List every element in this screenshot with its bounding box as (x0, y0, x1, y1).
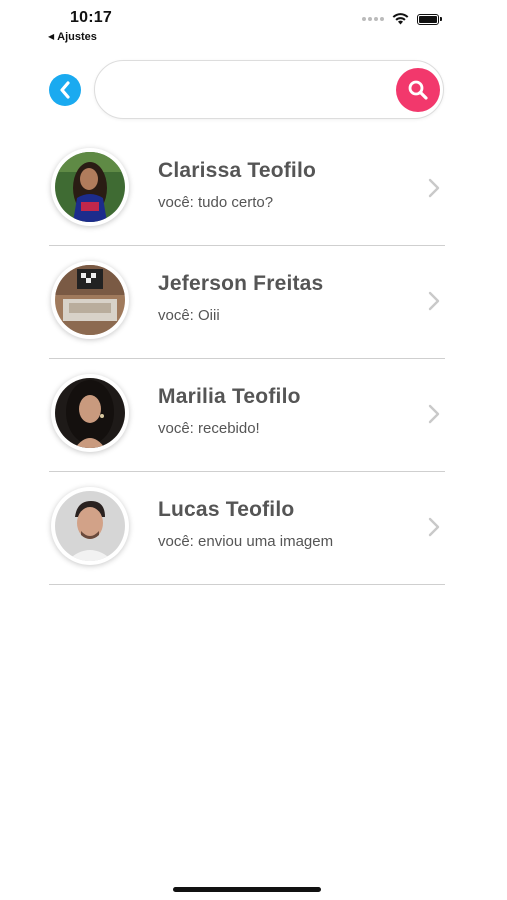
chevron-right-icon (428, 291, 440, 311)
chat-list-item[interactable]: Clarissa Teofilo você: tudo certo? (49, 133, 445, 246)
avatar (51, 261, 129, 339)
status-time: 10:17 (70, 9, 112, 26)
chat-last-message: você: enviou uma imagem (158, 533, 334, 550)
avatar (51, 487, 129, 565)
home-indicator[interactable] (173, 887, 321, 892)
status-bar: 10:17 ◀ Ajustes (0, 0, 507, 50)
chat-list: Clarissa Teofilo você: tudo certo? Jefer… (49, 133, 445, 585)
search-button[interactable] (396, 68, 440, 112)
chat-last-message: você: tudo certo? (158, 194, 274, 211)
avatar (51, 374, 129, 452)
chat-list-item[interactable]: Jeferson Freitas você: Oiii (49, 246, 445, 359)
avatar-photo (55, 491, 125, 561)
chat-last-message: você: Oiii (158, 307, 220, 324)
wifi-icon (392, 13, 409, 25)
avatar-photo (55, 265, 125, 335)
chevron-left-icon (60, 81, 70, 99)
chat-list-item[interactable]: Lucas Teofilo você: enviou uma imagem (49, 472, 445, 585)
chat-name: Clarissa Teofilo (158, 159, 317, 182)
search-bar (94, 60, 444, 119)
chat-last-message: você: recebido! (158, 420, 260, 437)
chat-name: Jeferson Freitas (158, 272, 324, 295)
chevron-right-icon (428, 404, 440, 424)
avatar-photo (55, 378, 125, 448)
chevron-right-icon (428, 178, 440, 198)
back-button[interactable] (49, 74, 81, 106)
status-indicators (362, 13, 442, 25)
search-input[interactable] (113, 71, 387, 111)
back-to-app-label: Ajustes (57, 31, 97, 43)
cellular-signal-icon (362, 17, 384, 21)
chevron-right-icon (428, 517, 440, 537)
chat-name: Marilia Teofilo (158, 385, 301, 408)
chat-list-item[interactable]: Marilia Teofilo você: recebido! (49, 359, 445, 472)
battery-icon (417, 13, 442, 25)
back-triangle-icon: ◀ (48, 32, 55, 41)
avatar (51, 148, 129, 226)
back-to-app-link[interactable]: ◀ Ajustes (48, 31, 97, 43)
avatar-photo (55, 152, 125, 222)
chat-name: Lucas Teofilo (158, 498, 295, 521)
search-icon (408, 80, 428, 100)
